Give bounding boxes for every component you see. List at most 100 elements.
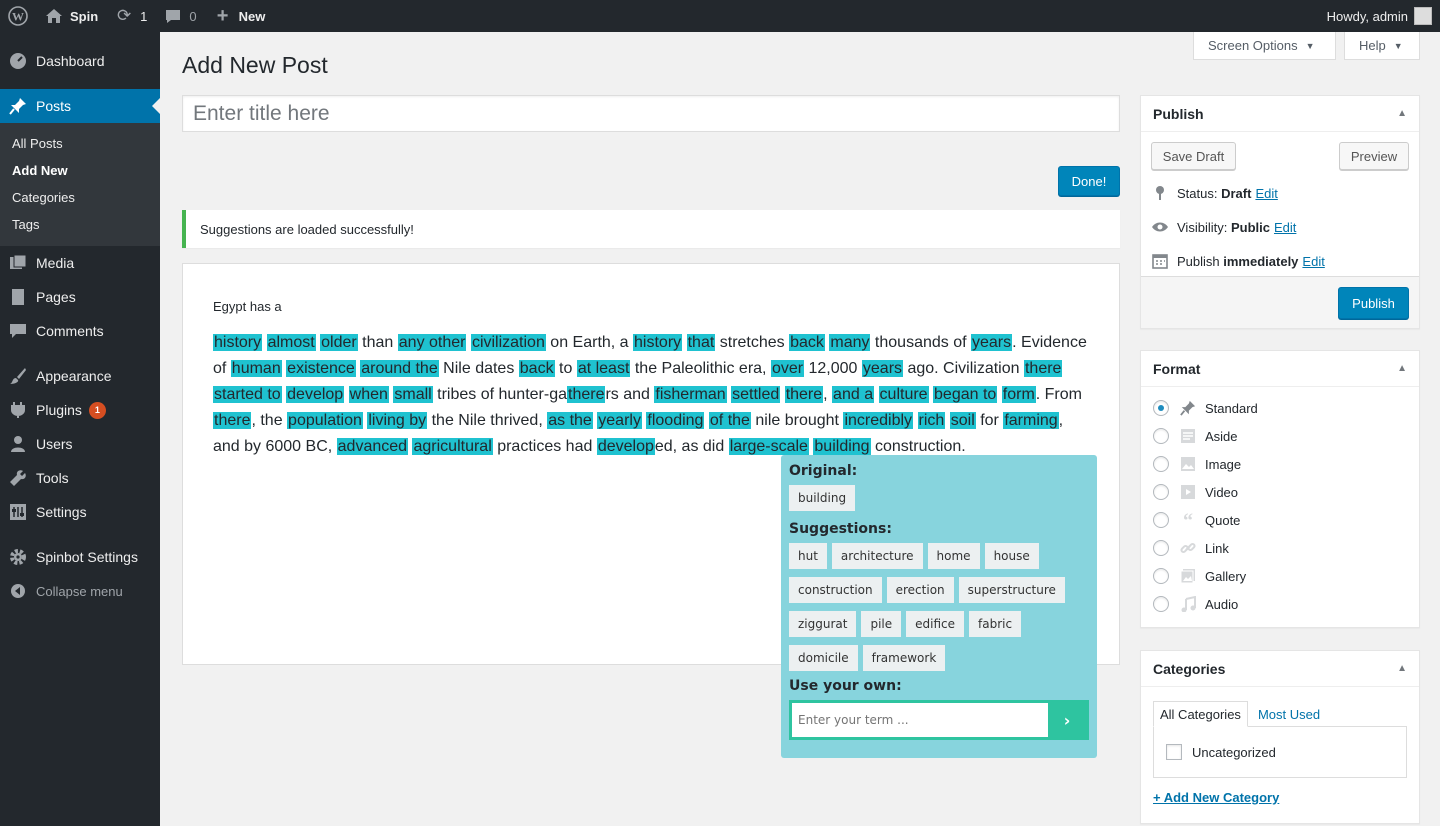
suggestion-chip[interactable]: superstructure (958, 577, 1065, 603)
suggestion-chip[interactable]: pile (861, 611, 902, 637)
sidebar-item-settings[interactable]: Settings (0, 495, 160, 529)
suggestion-chip[interactable]: architecture (831, 543, 923, 569)
highlighted-word[interactable]: started to (213, 386, 282, 403)
suggestion-chip[interactable]: erection (886, 577, 954, 603)
site-name-link[interactable]: Spin (36, 0, 106, 32)
edit-schedule-link[interactable]: Edit (1302, 254, 1324, 269)
sidebar-item-pages[interactable]: Pages (0, 280, 160, 314)
format-radio[interactable] (1153, 456, 1169, 472)
highlighted-word[interactable]: agricultural (412, 438, 493, 455)
submit-term-button[interactable]: › (1048, 703, 1086, 737)
highlighted-word[interactable]: of the (708, 412, 751, 429)
suggestion-chip[interactable]: framework (862, 645, 946, 671)
highlighted-word[interactable]: there (567, 386, 606, 403)
highlighted-word[interactable]: as the (547, 412, 593, 429)
updates-link[interactable]: ⟳ 1 (106, 0, 155, 32)
highlighted-word[interactable]: advanced (336, 438, 409, 455)
highlighted-word[interactable]: around the (360, 360, 439, 377)
account-menu[interactable]: Howdy, admin (1319, 0, 1440, 32)
new-content-link[interactable]: + New (205, 0, 274, 32)
highlighted-word[interactable]: large-scale (728, 438, 809, 455)
sidebar-item-comments[interactable]: Comments (0, 314, 160, 348)
highlighted-word[interactable]: that (686, 334, 716, 351)
highlighted-word[interactable]: history (633, 334, 683, 351)
save-draft-button[interactable]: Save Draft (1151, 142, 1236, 170)
screen-options-button[interactable]: Screen Options ▼ (1193, 32, 1336, 60)
highlighted-word[interactable]: back (789, 334, 825, 351)
highlighted-word[interactable]: history (213, 334, 263, 351)
highlighted-word[interactable]: living by (367, 412, 428, 429)
sidebar-item-spinbot-settings[interactable]: Spinbot Settings (0, 540, 160, 574)
highlighted-word[interactable]: existence (286, 360, 356, 377)
edit-status-link[interactable]: Edit (1255, 186, 1277, 201)
highlighted-word[interactable]: when (348, 386, 389, 403)
highlighted-word[interactable]: yearly (597, 412, 642, 429)
toggle-arrow-icon[interactable]: ▲ (1397, 108, 1407, 119)
sidebar-item-media[interactable]: Media (0, 246, 160, 280)
highlighted-word[interactable]: fisherman (654, 386, 727, 403)
highlighted-word[interactable]: human (230, 360, 282, 377)
highlighted-word[interactable]: flooding (646, 412, 705, 429)
sidebar-item-tools[interactable]: Tools (0, 461, 160, 495)
comments-link[interactable]: 0 (155, 0, 204, 32)
format-option-aside[interactable]: Aside (1141, 422, 1419, 450)
post-title-input[interactable] (182, 95, 1120, 132)
collapse-menu-button[interactable]: Collapse menu (0, 574, 160, 608)
wordpress-logo-icon[interactable]: W (0, 0, 36, 32)
publish-box-header[interactable]: Publish ▲ (1141, 96, 1419, 132)
highlighted-word[interactable]: develop (596, 438, 655, 455)
format-option-quote[interactable]: “ Quote (1141, 506, 1419, 534)
category-checkbox[interactable] (1166, 744, 1182, 760)
highlighted-word[interactable]: back (518, 360, 555, 377)
highlighted-word[interactable]: many (829, 334, 871, 351)
format-radio[interactable] (1153, 400, 1169, 416)
format-radio[interactable] (1153, 540, 1169, 556)
sidebar-item-posts[interactable]: Posts (0, 89, 160, 123)
highlighted-word[interactable]: over (770, 360, 805, 377)
tab-all-categories[interactable]: All Categories (1153, 701, 1248, 727)
sidebar-item-plugins[interactable]: Plugins 1 (0, 393, 160, 427)
tab-most-used[interactable]: Most Used (1258, 707, 1320, 722)
edit-visibility-link[interactable]: Edit (1274, 220, 1296, 235)
highlighted-word[interactable]: population (287, 412, 363, 429)
highlighted-word[interactable]: years (971, 334, 1013, 351)
format-radio[interactable] (1153, 512, 1169, 528)
suggestion-chip[interactable]: hut (789, 543, 827, 569)
highlighted-word[interactable]: form (1001, 386, 1036, 403)
help-button[interactable]: Help ▼ (1344, 32, 1420, 60)
format-option-image[interactable]: Image (1141, 450, 1419, 478)
suggestion-chip[interactable]: ziggurat (789, 611, 857, 637)
highlighted-word[interactable]: and a (832, 386, 875, 403)
sidebar-item-users[interactable]: Users (0, 427, 160, 461)
highlighted-word[interactable]: building (813, 438, 871, 455)
highlighted-word[interactable]: there (1023, 360, 1063, 377)
format-option-audio[interactable]: Audio (1141, 590, 1419, 618)
highlighted-word[interactable]: any other (397, 334, 467, 351)
categories-box-header[interactable]: Categories ▲ (1141, 651, 1419, 687)
format-radio[interactable] (1153, 428, 1169, 444)
own-term-input[interactable] (792, 703, 1048, 737)
highlighted-word[interactable]: culture (878, 386, 929, 403)
format-option-video[interactable]: Video (1141, 478, 1419, 506)
suggestion-chip[interactable]: domicile (789, 645, 858, 671)
highlighted-word[interactable]: almost (266, 334, 316, 351)
format-option-gallery[interactable]: Gallery (1141, 562, 1419, 590)
format-radio[interactable] (1153, 484, 1169, 500)
highlighted-word[interactable]: soil (949, 412, 976, 429)
highlighted-word[interactable]: began to (933, 386, 998, 403)
suggestion-chip[interactable]: edifice (906, 611, 965, 637)
publish-button[interactable]: Publish (1338, 287, 1409, 319)
highlighted-word[interactable]: incredibly (843, 412, 914, 429)
highlighted-word[interactable]: there (784, 386, 824, 403)
preview-button[interactable]: Preview (1339, 142, 1409, 170)
suggestion-chip[interactable]: fabric (969, 611, 1022, 637)
submenu-all-posts[interactable]: All Posts (0, 130, 160, 157)
suggestion-chip[interactable]: construction (789, 577, 882, 603)
format-option-link[interactable]: Link (1141, 534, 1419, 562)
submenu-categories[interactable]: Categories (0, 184, 160, 211)
format-box-header[interactable]: Format ▲ (1141, 351, 1419, 387)
format-radio[interactable] (1153, 568, 1169, 584)
suggestion-chip[interactable]: home (927, 543, 980, 569)
submenu-tags[interactable]: Tags (0, 211, 160, 238)
format-radio[interactable] (1153, 596, 1169, 612)
